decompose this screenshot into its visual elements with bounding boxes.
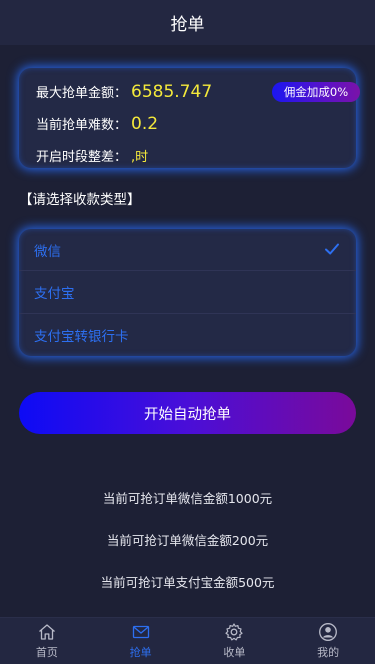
available-order-text: 当前可抢订单微信金额200元 (106, 533, 269, 548)
interval-row: 开启时段整差： ,时 (36, 146, 148, 165)
home-icon (38, 624, 55, 640)
tab-label: 抢单 (129, 646, 152, 659)
mail-icon (132, 625, 149, 639)
interval-value: ,时 (131, 150, 149, 165)
tab-label: 我的 (317, 646, 340, 659)
checkmark-icon (325, 243, 339, 255)
payment-option-alipay-to-bank[interactable]: 支付宝转银行卡 (19, 314, 356, 356)
tab-home[interactable]: 首页 (0, 618, 94, 664)
max-amount-row: 最大抢单金额： 6585.747 (36, 82, 212, 102)
tab-grab-order[interactable]: 抢单 (94, 618, 188, 664)
commission-badge: 佣金加成0% (272, 82, 360, 102)
difficulty-value: 0.2 (131, 114, 159, 134)
tab-mine[interactable]: 我的 (281, 618, 375, 664)
page: 抢单 最大抢单金额： 6585.747 当前抢单难数： 0.2 开启时段整差： … (0, 0, 375, 664)
payment-option-label: 支付宝 (34, 285, 75, 302)
tab-collect[interactable]: 收单 (188, 618, 282, 664)
header-bar: 抢单 (0, 0, 375, 45)
available-order-text: 当前可抢订单支付宝金额500元 (100, 575, 275, 590)
tab-label: 首页 (35, 646, 58, 659)
max-amount-label: 最大抢单金额： (36, 86, 128, 101)
tab-label: 收单 (223, 646, 246, 659)
gear-icon (225, 623, 243, 641)
page-title: 抢单 (170, 15, 205, 35)
start-auto-grab-button[interactable]: 开始自动抢单 (19, 392, 356, 434)
payment-option-alipay[interactable]: 支付宝 (19, 271, 356, 314)
user-icon (319, 623, 338, 641)
max-amount-value: 6585.747 (131, 82, 213, 102)
difficulty-label: 当前抢单难数： (36, 118, 128, 133)
payment-section-title: 【请选择收款类型】 (19, 192, 141, 208)
payment-option-wechat[interactable]: 微信 (19, 229, 356, 272)
payment-type-list: 微信 支付宝 支付宝转银行卡 (19, 229, 356, 356)
difficulty-row: 当前抢单难数： 0.2 (36, 114, 158, 134)
interval-label: 开启时段整差： (36, 150, 128, 165)
bottom-tab-bar: 首页 抢单 收单 我的 (0, 617, 375, 664)
available-order-text: 当前可抢订单微信金额1000元 (102, 491, 273, 506)
payment-option-label: 支付宝转银行卡 (34, 328, 129, 345)
payment-option-label: 微信 (34, 243, 61, 260)
